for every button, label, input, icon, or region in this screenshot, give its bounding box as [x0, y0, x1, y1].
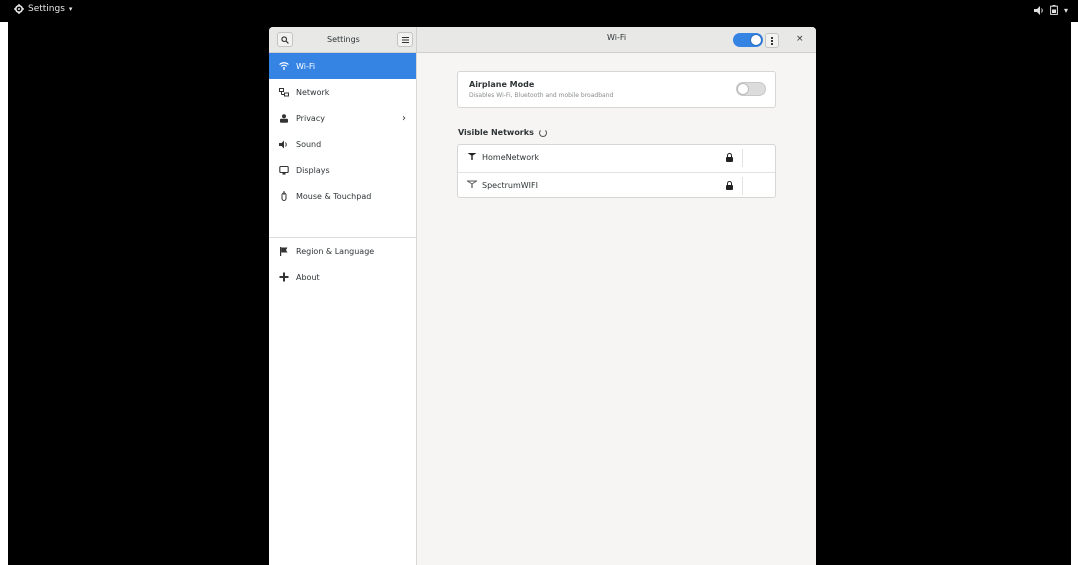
- sidebar-item-label: Mouse & Touchpad: [296, 191, 372, 201]
- vertical-dots-icon: [771, 37, 773, 45]
- speaker-icon: [1033, 5, 1043, 15]
- toggle-knob: [750, 34, 762, 46]
- app-menu-label: Settings: [28, 4, 65, 14]
- sidebar-item-region-language[interactable]: Region & Language: [269, 238, 416, 264]
- battery-icon: [1050, 5, 1058, 15]
- wifi-icon: [279, 62, 289, 70]
- page-title: Wi-Fi: [607, 33, 627, 42]
- status-area[interactable]: ▾: [1033, 5, 1068, 15]
- network-icon: [279, 87, 289, 96]
- app-menu[interactable]: Settings ▾: [14, 4, 72, 14]
- networks-list: HomeNetwork SpectrumWIFI: [457, 144, 776, 198]
- sidebar-title: Settings: [327, 35, 360, 44]
- sidebar-item-network[interactable]: Network: [269, 79, 416, 105]
- sidebar-item-label: Wi-Fi: [296, 61, 316, 71]
- hamburger-icon: [401, 36, 409, 43]
- sidebar-item-label: About: [296, 272, 320, 282]
- header-bar: Settings Wi-Fi ×: [269, 27, 816, 53]
- airplane-mode-subtitle: Disables Wi-Fi, Bluetooth and mobile bro…: [469, 92, 614, 99]
- screen-edge-left: [0, 22, 8, 565]
- row-separator: [742, 177, 743, 195]
- search-icon: [281, 35, 289, 44]
- airplane-mode-toggle[interactable]: [736, 82, 766, 96]
- mouse-icon: [281, 191, 287, 201]
- row-separator: [742, 149, 743, 167]
- about-icon: [279, 272, 289, 282]
- search-button[interactable]: [277, 32, 293, 47]
- wifi-panel: Airplane Mode Disables Wi-Fi, Bluetooth …: [417, 53, 816, 565]
- sidebar: Wi-Fi Network Privacy › Sound Displays M…: [269, 53, 417, 565]
- network-row-spectrumwifi[interactable]: SpectrumWIFI: [458, 172, 775, 198]
- lock-icon: [726, 153, 733, 162]
- more-options-button[interactable]: [765, 33, 779, 48]
- sidebar-item-label: Sound: [296, 139, 322, 149]
- chevron-down-icon: ▾: [1063, 5, 1068, 15]
- hamburger-menu-button[interactable]: [397, 32, 413, 47]
- airplane-mode-row: Airplane Mode Disables Wi-Fi, Bluetooth …: [457, 71, 776, 108]
- close-button[interactable]: ×: [796, 34, 804, 44]
- display-icon: [279, 165, 289, 175]
- lock-icon: [726, 181, 733, 190]
- sidebar-item-label: Displays: [296, 165, 330, 175]
- sidebar-item-label: Network: [296, 87, 330, 97]
- screen-edge-right: [1071, 22, 1078, 565]
- network-name: HomeNetwork: [482, 153, 540, 162]
- wifi-signal-weak-icon: [467, 180, 477, 188]
- sidebar-item-label: Region & Language: [296, 246, 375, 256]
- visible-networks-heading: Visible Networks: [458, 128, 547, 137]
- chevron-down-icon: ▾: [68, 5, 73, 13]
- network-row-homenetwork[interactable]: HomeNetwork: [458, 145, 775, 171]
- speaker-icon: [279, 140, 287, 148]
- airplane-mode-title: Airplane Mode: [469, 80, 535, 89]
- wifi-toggle[interactable]: [733, 33, 763, 47]
- sidebar-item-about[interactable]: About: [269, 264, 416, 290]
- sidebar-item-sound[interactable]: Sound: [269, 131, 416, 157]
- sidebar-item-privacy[interactable]: Privacy ›: [269, 105, 416, 131]
- sidebar-item-mouse-touchpad[interactable]: Mouse & Touchpad: [269, 183, 416, 209]
- visible-networks-label: Visible Networks: [458, 128, 534, 137]
- spinner-icon: [538, 128, 547, 137]
- flag-icon: [280, 246, 288, 256]
- sidebar-header: Settings: [269, 27, 417, 53]
- top-bar: Settings ▾ ▾: [0, 0, 1078, 22]
- sidebar-item-label: Privacy: [296, 113, 325, 123]
- sidebar-item-wifi[interactable]: Wi-Fi: [269, 53, 416, 79]
- sidebar-item-displays[interactable]: Displays: [269, 157, 416, 183]
- toggle-knob: [737, 83, 749, 95]
- privacy-icon: [280, 113, 288, 123]
- network-name: SpectrumWIFI: [482, 181, 538, 190]
- gear-icon: [14, 4, 24, 14]
- wifi-signal-strong-icon: [467, 153, 477, 160]
- chevron-right-icon: ›: [402, 112, 406, 124]
- settings-window: Settings Wi-Fi × Wi-Fi Network Privacy ›…: [269, 27, 816, 565]
